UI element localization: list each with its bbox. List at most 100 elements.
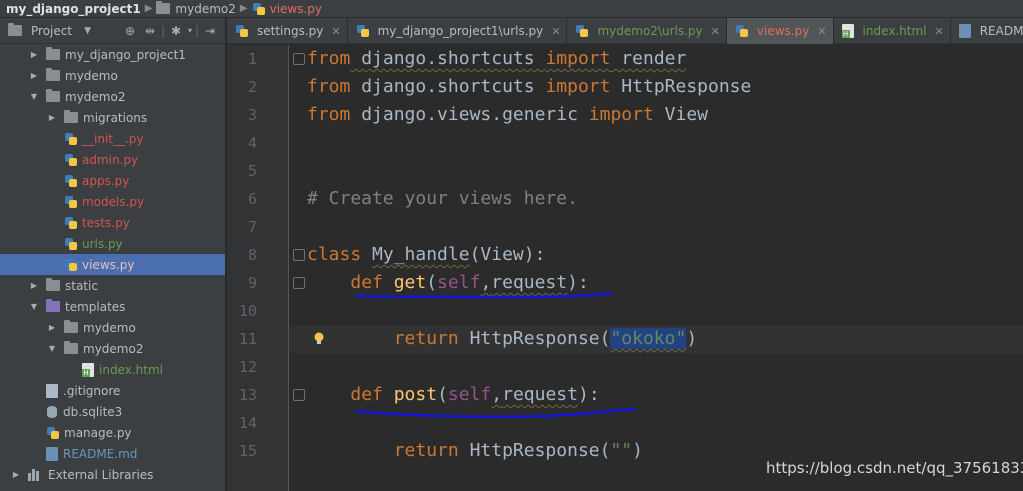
close-tab-icon[interactable]: ✕ xyxy=(551,25,560,38)
tree-item-label: .gitignore xyxy=(63,383,121,398)
hide-panel-icon[interactable]: ⇥ xyxy=(200,21,220,41)
editor-tab[interactable]: README.md✕ xyxy=(951,18,1023,44)
tree-item-label: manage.py xyxy=(64,425,132,440)
python-file-icon xyxy=(64,153,78,167)
folder-icon xyxy=(64,320,78,333)
tree-item[interactable]: tests.py xyxy=(0,212,225,233)
python-file-icon xyxy=(64,132,78,146)
tree-item[interactable]: ▶ migrations xyxy=(0,107,225,128)
fold-marker-icon[interactable] xyxy=(293,53,305,65)
python-file-icon xyxy=(46,426,60,440)
annotation-underline xyxy=(354,407,636,419)
breadcrumb: my_django_project1 ▶ mydemo2 ▶ views.py xyxy=(0,0,1023,18)
tree-item[interactable]: ▼ templates xyxy=(0,296,225,317)
template-folder-icon xyxy=(46,299,60,312)
tree-item[interactable]: ▶ my_django_project1 xyxy=(0,44,225,65)
expanded-arrow-icon[interactable]: ▼ xyxy=(46,344,58,353)
tree-item[interactable]: views.py xyxy=(0,254,225,275)
breadcrumb-file[interactable]: views.py xyxy=(270,2,322,16)
crosshair-icon[interactable]: ⊕ xyxy=(120,21,140,41)
annotation-overlay xyxy=(354,291,636,419)
python-file-icon xyxy=(64,174,78,188)
expanded-arrow-icon[interactable]: ▼ xyxy=(28,92,40,101)
collapsed-arrow-icon[interactable]: ▶ xyxy=(28,71,40,80)
tree-item[interactable]: ▼ mydemo2 xyxy=(0,338,225,359)
tree-item[interactable]: index.html xyxy=(0,359,225,380)
expanded-arrow-icon[interactable]: ▼ xyxy=(28,302,40,311)
breadcrumb-project[interactable]: my_django_project1 xyxy=(6,2,141,16)
tree-item[interactable]: README.md xyxy=(0,443,225,464)
code-editor[interactable]: 1 2 3 4 5 6 7 8 9 10 11 12 13 14 15 from django.shortc… xyxy=(227,45,1023,491)
python-file-icon xyxy=(64,195,78,209)
tree-item[interactable]: ▶ static xyxy=(0,275,225,296)
close-tab-icon[interactable]: ✕ xyxy=(331,25,340,38)
fold-marker-icon[interactable] xyxy=(293,249,305,261)
folder-icon xyxy=(46,278,60,291)
tab-label: settings.py xyxy=(257,24,324,38)
breadcrumb-separator-icon: ▶ xyxy=(239,3,248,14)
breadcrumb-separator-icon: ▶ xyxy=(144,3,153,14)
tree-item-label: templates xyxy=(65,299,126,314)
tree-item[interactable]: urls.py xyxy=(0,233,225,254)
gear-icon[interactable]: ✱ xyxy=(166,21,186,41)
tree-item[interactable]: __init__.py xyxy=(0,128,225,149)
markdown-file-icon xyxy=(958,24,971,38)
tab-label: my_django_project1\urls.py xyxy=(377,24,544,38)
tab-label: mydemo2\urls.py xyxy=(597,24,703,38)
folder-icon xyxy=(46,47,60,60)
tree-item[interactable]: models.py xyxy=(0,191,225,212)
lightbulb-icon[interactable] xyxy=(313,331,325,345)
tree-item[interactable]: admin.py xyxy=(0,149,225,170)
python-file-icon xyxy=(356,24,370,38)
tree-item-label: views.py xyxy=(82,257,135,272)
markdown-file-icon xyxy=(46,446,58,461)
tree-item[interactable]: apps.py xyxy=(0,170,225,191)
folder-icon xyxy=(64,110,78,123)
tree-item-label: mydemo xyxy=(83,320,136,335)
tree-item-label: static xyxy=(65,278,98,293)
text-file-icon xyxy=(46,383,58,398)
editor-tab[interactable]: index.html ✕ xyxy=(834,18,951,44)
editor-tab[interactable]: mydemo2\urls.py ✕ xyxy=(567,18,727,44)
breadcrumb-folder[interactable]: mydemo2 xyxy=(175,2,235,16)
fold-marker-icon[interactable] xyxy=(293,277,305,289)
collapsed-arrow-icon[interactable]: ▶ xyxy=(46,323,58,332)
collapsed-arrow-icon[interactable]: ▶ xyxy=(28,281,40,290)
gear-dropdown-icon[interactable]: ▾ xyxy=(186,21,194,41)
collapsed-arrow-icon[interactable]: ▶ xyxy=(10,470,22,479)
project-panel-title: Project xyxy=(31,23,73,38)
tree-item[interactable]: manage.py xyxy=(0,422,225,443)
close-tab-icon[interactable]: ✕ xyxy=(935,25,944,38)
fold-marker-icon[interactable] xyxy=(293,389,305,401)
tree-item-label: mydemo2 xyxy=(65,89,126,104)
tree-item[interactable]: ▶ mydemo xyxy=(0,65,225,86)
tree-item-label: migrations xyxy=(83,110,148,125)
tree-item[interactable]: db.sqlite3 xyxy=(0,401,225,422)
ide-window: my_django_project1 ▶ mydemo2 ▶ views.py … xyxy=(0,0,1023,491)
library-icon xyxy=(28,468,44,481)
editor-tab[interactable]: views.py ✕ xyxy=(726,18,834,44)
tree-item-label: admin.py xyxy=(82,152,139,167)
tree-item-label: index.html xyxy=(99,362,163,377)
watermark: https://blog.csdn.net/qq_37561833 xyxy=(766,459,1023,477)
tab-label: views.py xyxy=(756,24,810,38)
tree-item-label: urls.py xyxy=(82,236,123,251)
tree-item[interactable]: ▶ mydemo xyxy=(0,317,225,338)
annotation-underline xyxy=(354,291,614,299)
collapse-all-icon[interactable]: ⇹ xyxy=(140,21,160,41)
folder-icon xyxy=(46,68,60,81)
tree-item-label: tests.py xyxy=(82,215,130,230)
project-view-selector[interactable]: Project ▼ xyxy=(8,23,120,38)
collapsed-arrow-icon[interactable]: ▶ xyxy=(28,50,40,59)
close-tab-icon[interactable]: ✕ xyxy=(817,25,826,38)
python-file-icon xyxy=(64,258,78,272)
editor-tab[interactable]: my_django_project1\urls.py ✕ xyxy=(348,18,568,44)
editor-tab[interactable]: settings.py ✕ xyxy=(227,18,348,44)
tab-label: README.md xyxy=(979,24,1023,38)
tree-item[interactable]: ▶ External Libraries xyxy=(0,464,225,485)
tree-item[interactable]: ▼ mydemo2 xyxy=(0,86,225,107)
close-tab-icon[interactable]: ✕ xyxy=(711,25,720,38)
tree-item[interactable]: .gitignore xyxy=(0,380,225,401)
database-file-icon xyxy=(46,405,58,419)
collapsed-arrow-icon[interactable]: ▶ xyxy=(46,113,58,122)
